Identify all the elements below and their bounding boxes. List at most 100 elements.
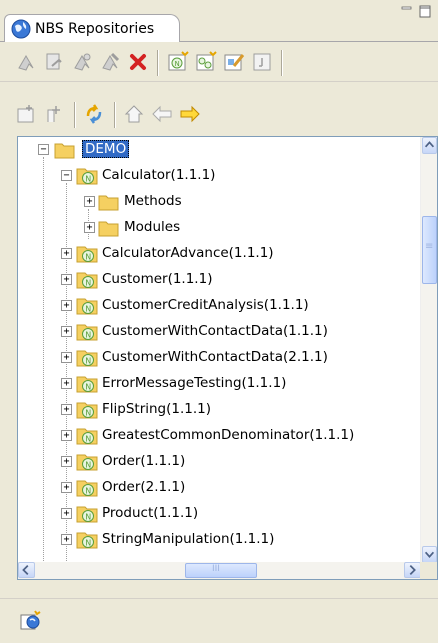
panel-icon[interactable] bbox=[250, 50, 274, 74]
svg-text:N: N bbox=[85, 331, 91, 340]
nbs-node-icon: N bbox=[76, 428, 98, 445]
scroll-corner bbox=[420, 562, 437, 579]
svg-text:N: N bbox=[85, 539, 91, 548]
tree-node-label: CalculatorAdvance(1.1.1) bbox=[102, 245, 274, 261]
nbs-node-icon: N bbox=[76, 506, 98, 523]
new-node-icon[interactable]: N bbox=[166, 50, 190, 74]
secondary-toolbar bbox=[0, 94, 438, 134]
svg-text:N: N bbox=[85, 487, 91, 496]
tree-node-label: Customer(1.1.1) bbox=[102, 271, 213, 287]
home-icon[interactable] bbox=[122, 102, 146, 126]
svg-text:N: N bbox=[85, 435, 91, 444]
tree-node-label: GreatestCommonDenominator(1.1.1) bbox=[102, 427, 355, 443]
tree-node-label: Modules bbox=[124, 219, 181, 235]
chevron-right-icon bbox=[409, 565, 416, 575]
chevron-down-icon bbox=[424, 551, 435, 558]
expand-toggle[interactable]: + bbox=[61, 404, 72, 415]
scroll-down-button[interactable] bbox=[422, 546, 437, 563]
checkout-icon[interactable] bbox=[14, 50, 38, 74]
new-folder-icon[interactable] bbox=[14, 102, 38, 126]
view-tab-bar: NBS Repositories bbox=[0, 0, 438, 43]
svg-text:N: N bbox=[85, 253, 91, 262]
tree-node-label: Calculator(1.1.1) bbox=[102, 167, 216, 183]
expand-toggle[interactable]: + bbox=[61, 508, 72, 519]
minimize-icon[interactable] bbox=[400, 4, 414, 18]
tree-node-label: Methods bbox=[124, 193, 182, 209]
expand-toggle[interactable]: + bbox=[61, 300, 72, 311]
grip-icon: III bbox=[212, 564, 220, 574]
tree-node-label: ErrorMessageTesting(1.1.1) bbox=[102, 375, 287, 391]
nbs-node-icon: N bbox=[76, 324, 98, 341]
tree-root-label: DEMO bbox=[82, 140, 130, 158]
chevron-up-icon bbox=[424, 141, 435, 148]
globe-icon bbox=[11, 19, 31, 39]
tree-node-label: Order(1.1.1) bbox=[102, 453, 186, 469]
expand-toggle[interactable]: + bbox=[61, 248, 72, 259]
forward-arrow-icon[interactable] bbox=[178, 102, 202, 126]
folder-icon bbox=[54, 143, 75, 159]
scroll-left-button[interactable] bbox=[18, 562, 35, 578]
expand-toggle[interactable]: + bbox=[61, 534, 72, 545]
maximize-icon[interactable] bbox=[418, 4, 432, 18]
tree-node-label: CustomerCreditAnalysis(1.1.1) bbox=[102, 297, 309, 313]
new-entry-icon[interactable] bbox=[42, 102, 66, 126]
expand-toggle[interactable]: + bbox=[84, 222, 95, 233]
tree-node-label: CustomerWithContactData(2.1.1) bbox=[102, 349, 328, 365]
svg-text:N: N bbox=[85, 513, 91, 522]
nbs-node-icon: N bbox=[76, 298, 98, 315]
nbs-node-icon: N bbox=[76, 454, 98, 471]
nbs-repositories-view: NBS Repositories N − DEMO − N Calculator… bbox=[0, 0, 438, 643]
nbs-node-icon: N bbox=[76, 532, 98, 549]
expand-toggle[interactable]: + bbox=[61, 378, 72, 389]
horizontal-scroll-thumb[interactable]: III bbox=[185, 563, 257, 578]
back-arrow-icon[interactable] bbox=[150, 102, 174, 126]
edit-properties-icon[interactable] bbox=[222, 50, 246, 74]
expand-toggle[interactable]: + bbox=[61, 274, 72, 285]
expand-toggle[interactable]: + bbox=[61, 352, 72, 363]
svg-text:N: N bbox=[85, 357, 91, 366]
repository-connect-icon[interactable] bbox=[18, 609, 42, 633]
tree-node-label: CustomerWithContactData(1.1.1) bbox=[102, 323, 328, 339]
collapse-toggle[interactable]: − bbox=[38, 144, 49, 155]
expand-toggle[interactable]: + bbox=[84, 196, 95, 207]
svg-text:N: N bbox=[85, 461, 91, 470]
vertical-scroll-thumb[interactable]: ≡ bbox=[422, 216, 437, 284]
nbs-node-icon: N bbox=[76, 272, 98, 289]
vertical-scrollbar[interactable]: ≡ bbox=[420, 137, 437, 564]
svg-text:N: N bbox=[85, 175, 91, 184]
sync-icon[interactable] bbox=[70, 50, 94, 74]
horizontal-scrollbar[interactable]: III bbox=[18, 562, 422, 579]
expand-toggle[interactable]: + bbox=[61, 430, 72, 441]
checkin-icon[interactable] bbox=[42, 50, 66, 74]
delete-icon[interactable] bbox=[126, 50, 150, 74]
collapse-toggle[interactable]: − bbox=[61, 170, 72, 181]
folder-icon bbox=[98, 195, 119, 211]
nbs-node-icon: N bbox=[76, 480, 98, 497]
nbs-node-icon: N bbox=[76, 246, 98, 263]
svg-text:N: N bbox=[85, 305, 91, 314]
expand-toggle[interactable]: + bbox=[61, 326, 72, 337]
scroll-right-button[interactable] bbox=[404, 562, 421, 578]
primary-toolbar: N bbox=[0, 42, 438, 82]
repository-tree[interactable]: − DEMO − N Calculator(1.1.1) + Methods + bbox=[17, 136, 438, 580]
nbs-node-icon: N bbox=[76, 168, 98, 185]
chevron-left-icon bbox=[22, 565, 29, 575]
tree-node-label: Product(1.1.1) bbox=[102, 505, 199, 521]
folder-icon bbox=[98, 221, 119, 237]
view-title: NBS Repositories bbox=[35, 21, 155, 37]
tree-node-label: FlipString(1.1.1) bbox=[102, 401, 212, 417]
svg-text:N: N bbox=[85, 279, 91, 288]
tree-node-label: StringManipulation(1.1.1) bbox=[102, 531, 275, 547]
lock-icon[interactable] bbox=[98, 50, 122, 74]
nbs-node-icon: N bbox=[76, 350, 98, 367]
nbs-node-icon: N bbox=[76, 376, 98, 393]
status-bar bbox=[0, 598, 438, 643]
expand-toggle[interactable]: + bbox=[61, 456, 72, 467]
svg-text:N: N bbox=[85, 383, 91, 392]
tree-node-label: Order(2.1.1) bbox=[102, 479, 186, 495]
view-tab[interactable]: NBS Repositories bbox=[4, 14, 180, 43]
refresh-icon[interactable] bbox=[82, 102, 106, 126]
new-multi-node-icon[interactable] bbox=[194, 50, 218, 74]
scroll-up-button[interactable] bbox=[422, 137, 437, 154]
expand-toggle[interactable]: + bbox=[61, 482, 72, 493]
